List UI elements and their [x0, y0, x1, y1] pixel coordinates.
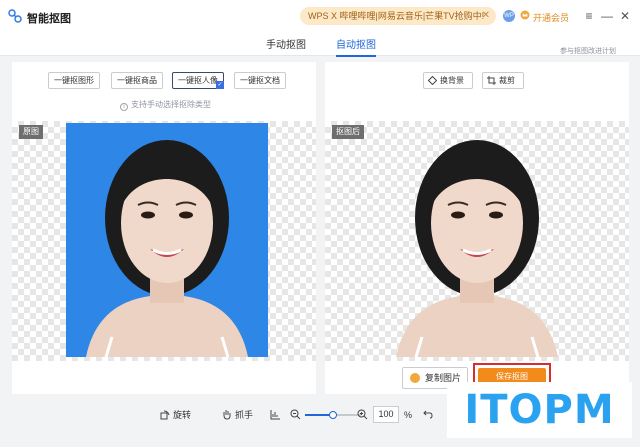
promo-banner[interactable]: WPS X 哔哩哔哩|网易云音乐|芒果TV抢购中! ✕: [300, 7, 496, 25]
crop-icon: [487, 76, 496, 85]
replace-background-label: 换背景: [440, 76, 464, 85]
zoom-in-icon[interactable]: [357, 409, 368, 420]
copy-icon: [410, 373, 420, 383]
chip-product[interactable]: 一键抠商品: [111, 72, 163, 89]
chip-portrait-label: 一键抠人像: [178, 76, 218, 85]
check-icon: ✓: [216, 81, 224, 89]
diamond-icon: [428, 76, 437, 85]
original-canvas[interactable]: 原图: [12, 121, 316, 361]
title-bar: 智能抠图 WPS X 哔哩哔哩|网易云音乐|芒果TV抢购中! ✕ WP 开通会员…: [0, 0, 640, 32]
chip-document[interactable]: 一键抠文档: [234, 72, 286, 89]
promo-text: WPS X 哔哩哔哩|网易云音乐|芒果TV抢购中!: [308, 11, 485, 21]
zoom-input[interactable]: 100: [373, 406, 399, 423]
app-logo-icon: [8, 9, 22, 23]
grab-button[interactable]: 抓手: [235, 409, 253, 421]
zoom-slider-handle[interactable]: [329, 411, 337, 419]
zoom-slider[interactable]: [305, 411, 361, 419]
original-photo: [66, 123, 268, 357]
tab-manual[interactable]: 手动抠图: [266, 36, 306, 55]
zoom-unit: %: [404, 410, 413, 420]
original-tag: 原图: [19, 125, 43, 139]
crop-button[interactable]: 裁剪: [482, 72, 524, 89]
info-icon: i: [120, 103, 128, 111]
app-title: 智能抠图: [27, 13, 71, 25]
chip-shape[interactable]: 一键抠图形: [48, 72, 100, 89]
crop-label: 裁剪: [499, 76, 515, 85]
vip-link[interactable]: 开通会员: [533, 11, 569, 24]
result-panel: 换背景 裁剪 抠图后 复制图片 保存抠图: [325, 62, 629, 394]
promo-close-icon[interactable]: ✕: [482, 7, 490, 25]
replace-background-button[interactable]: 换背景: [423, 72, 473, 89]
menu-icon[interactable]: ≡: [582, 8, 596, 24]
feedback-link[interactable]: 参与抠图改进计划: [560, 46, 616, 56]
tab-auto[interactable]: 自动抠图: [336, 36, 376, 57]
fit-screen-icon[interactable]: [270, 409, 281, 420]
vip-crown-icon: [520, 10, 530, 20]
result-tag: 抠图后: [332, 125, 364, 139]
avatar[interactable]: WP: [503, 10, 515, 22]
rotate-button[interactable]: 旋转: [173, 409, 191, 421]
cutout-image: [396, 140, 558, 357]
chip-portrait[interactable]: 一键抠人像 ✓: [172, 72, 224, 89]
hand-icon[interactable]: [222, 409, 232, 420]
itopm-watermark: ITOPM: [447, 382, 632, 438]
undo-icon[interactable]: [423, 410, 433, 419]
close-icon[interactable]: ✕: [618, 8, 632, 24]
portrait-image: [86, 140, 248, 357]
minimize-icon[interactable]: —: [600, 8, 614, 24]
zoom-out-icon[interactable]: [290, 409, 301, 420]
original-panel: 一键抠图形 一键抠商品 一键抠人像 ✓ 一键抠文档 i 支持手动选择抠除类型 原…: [12, 62, 316, 394]
result-canvas[interactable]: 抠图后: [325, 121, 629, 361]
rotate-icon[interactable]: [160, 410, 170, 420]
type-hint-text: 支持手动选择抠除类型: [131, 100, 211, 109]
mode-tabs: 手动抠图 自动抠图: [0, 32, 640, 57]
type-hint: i 支持手动选择抠除类型: [120, 99, 211, 111]
